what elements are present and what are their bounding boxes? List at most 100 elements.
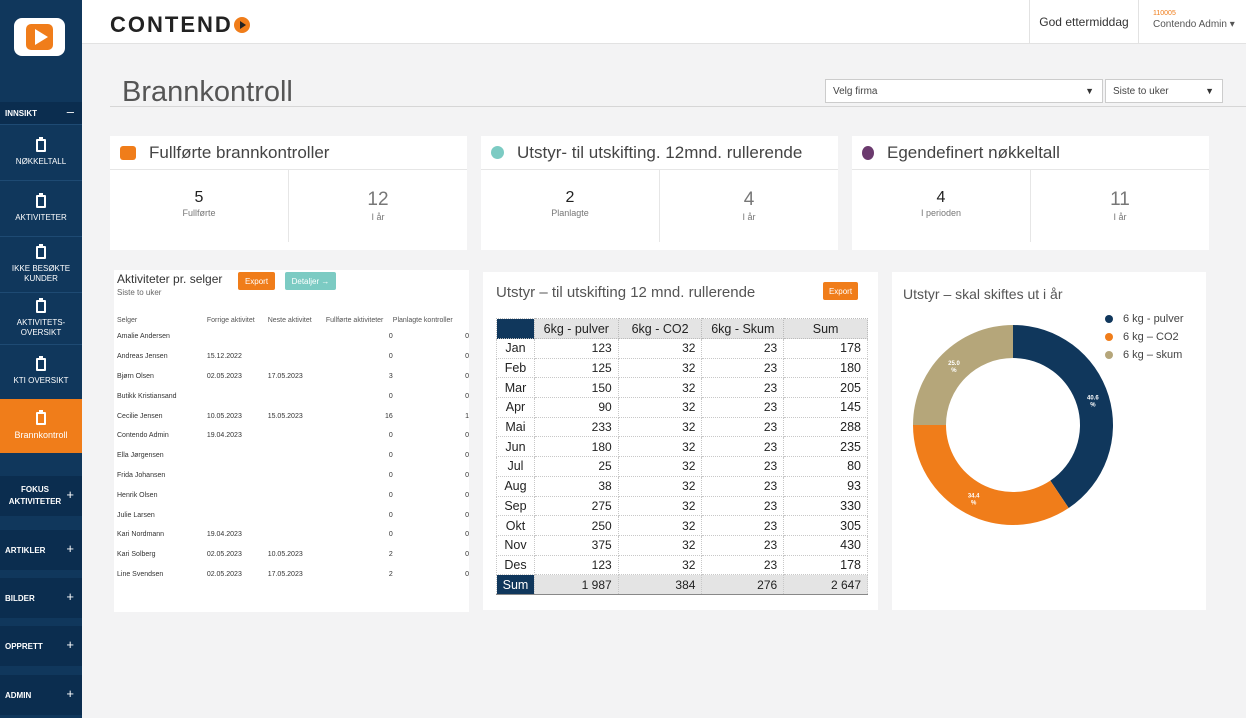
table-row[interactable]: Frida Johansen 0 0 bbox=[117, 466, 469, 486]
section-bilder[interactable]: BILDER + bbox=[0, 578, 82, 618]
table-row[interactable]: Line Svendsen 02.05.2023 17.05.2023 2 0 bbox=[117, 565, 469, 585]
table-cell: 23 bbox=[701, 377, 785, 399]
column-header[interactable]: Neste aktivitet bbox=[268, 313, 326, 327]
column-header[interactable]: Planlagte kontroller bbox=[393, 313, 469, 327]
donut-slice[interactable] bbox=[1013, 325, 1113, 509]
table-cell: 0 bbox=[465, 372, 469, 380]
table-cell: 23 bbox=[701, 534, 785, 556]
month-cell: Okt bbox=[496, 515, 535, 536]
column-header[interactable]: Fullførte aktiviteter bbox=[326, 313, 393, 327]
sum-row: Sum 1 987 384 276 2 647 bbox=[496, 574, 868, 595]
table-row: Nov 375 32 23 430 bbox=[496, 534, 868, 556]
details-button[interactable]: Detaljer → bbox=[285, 272, 336, 290]
section-insikt[interactable]: INNSIKT – bbox=[0, 102, 82, 124]
column-header: 6kg - Skum bbox=[701, 318, 785, 339]
table-row[interactable]: Kari Nordmann 19.04.2023 0 0 bbox=[117, 525, 469, 545]
sidebar-item-brannkontroll[interactable]: Brannkontroll bbox=[0, 399, 82, 453]
table-cell bbox=[268, 386, 326, 406]
donut-chart: 40.6 %34.4 %25.0% bbox=[913, 325, 1113, 525]
legend-item: 6 kg – skum bbox=[1105, 346, 1184, 364]
table-cell: 275 bbox=[533, 495, 619, 517]
sidebar-item-aktiviteter[interactable]: AKTIVITETER bbox=[0, 180, 82, 236]
sidebar-item-kti-oversikt[interactable]: KTI OVERSIKT bbox=[0, 344, 82, 398]
period-select[interactable]: Siste to uker ▼ bbox=[1105, 79, 1223, 103]
table-row[interactable]: Cecilie Jensen 10.05.2023 15.05.2023 16 1 bbox=[117, 406, 469, 426]
section-artikler[interactable]: ARTIKLER + bbox=[0, 530, 82, 570]
month-cell: Mar bbox=[496, 377, 535, 399]
kpi-value: 2 bbox=[565, 189, 575, 206]
table-cell: 123 bbox=[533, 554, 619, 576]
play-icon bbox=[35, 29, 48, 45]
table-row[interactable]: Contendo Admin 19.04.2023 0 0 bbox=[117, 426, 469, 446]
table-row[interactable]: Julie Larsen 0 0 bbox=[117, 505, 469, 525]
legend-label: 6 kg – skum bbox=[1123, 349, 1183, 361]
column-header[interactable]: Selger bbox=[117, 313, 207, 327]
table-cell: 23 bbox=[701, 397, 785, 418]
app-logo[interactable] bbox=[14, 18, 65, 56]
table-cell: 2 bbox=[388, 551, 393, 559]
table-cell: 0 bbox=[465, 491, 469, 499]
expand-icon[interactable]: + bbox=[66, 637, 74, 652]
user-menu[interactable]: 110005 Contendo Admin ▾ bbox=[1153, 10, 1235, 30]
export-button[interactable]: Export bbox=[823, 282, 858, 300]
sidebar-item-aktivitets-oversikt[interactable]: AKTIVITETS-OVERSIKT bbox=[0, 292, 82, 344]
handshake-icon bbox=[120, 145, 136, 160]
table-row: Apr 90 32 23 145 bbox=[496, 397, 868, 418]
table-row[interactable]: Bjørn Olsen 02.05.2023 17.05.2023 3 0 bbox=[117, 367, 469, 387]
expand-icon[interactable]: + bbox=[66, 686, 74, 701]
donut-slice[interactable] bbox=[913, 325, 1013, 425]
equipment-title: Utstyr – til utskifting 12 mnd. rulleren… bbox=[496, 284, 756, 301]
table-row[interactable]: Amalie Andersen 0 0 bbox=[117, 327, 469, 347]
table-row[interactable]: Henrik Olsen 0 0 bbox=[117, 485, 469, 505]
table-cell bbox=[207, 386, 268, 406]
table-row: Jun 180 32 23 235 bbox=[496, 436, 868, 458]
expand-icon[interactable]: + bbox=[66, 589, 74, 604]
equipment-table: 6kg - pulver 6kg - CO2 6kg - Skum Sum Jan 12… bbox=[496, 318, 868, 595]
table-cell: 17.05.2023 bbox=[267, 372, 303, 380]
kpi-card-utstyr: Utstyr- til utskifting. 12mnd. rullerend… bbox=[481, 136, 838, 250]
table-row[interactable]: Butikk Kristiansand 0 0 bbox=[117, 386, 469, 406]
column-header[interactable]: Forrige aktivitet bbox=[207, 313, 268, 327]
collapse-icon[interactable]: – bbox=[67, 104, 74, 119]
table-cell: 0 bbox=[465, 432, 469, 440]
table-row[interactable]: Kari Solberg 02.05.2023 10.05.2023 2 0 bbox=[117, 545, 469, 565]
expand-icon[interactable]: + bbox=[66, 541, 74, 556]
table-cell bbox=[207, 446, 268, 466]
expand-icon[interactable]: + bbox=[66, 487, 74, 502]
chevron-down-icon: ▼ bbox=[1205, 86, 1214, 96]
sellers-title: Aktiviteter pr. selger bbox=[117, 272, 223, 286]
legend-item: 6 kg – CO2 bbox=[1105, 328, 1184, 346]
brand-logo[interactable]: CONTEND bbox=[110, 12, 250, 38]
section-fokus-aktiviteter[interactable]: FOKUS AKTIVITETER + bbox=[0, 476, 82, 516]
user-id: 110005 bbox=[1153, 10, 1176, 17]
table-cell: 15.12.2022 bbox=[206, 353, 242, 361]
table-cell: 0 bbox=[388, 392, 393, 400]
sidebar-item-nokkeltall[interactable]: NØKKELTALL bbox=[0, 124, 82, 180]
kpi-card-brannkontroller: Fullførte brannkontroller 5 Fullførte 12 I… bbox=[110, 136, 467, 250]
table-cell: 235 bbox=[783, 436, 868, 458]
table-cell: 0 bbox=[465, 353, 469, 361]
table-row: Mai 233 32 23 288 bbox=[496, 416, 868, 438]
table-cell: 330 bbox=[783, 495, 868, 517]
table-cell: 0 bbox=[388, 531, 393, 539]
table-cell: 178 bbox=[783, 338, 868, 359]
table-cell: 2 bbox=[388, 570, 393, 578]
export-button[interactable]: Export bbox=[238, 272, 275, 290]
table-corner bbox=[496, 318, 535, 339]
section-opprett[interactable]: OPPRETT + bbox=[0, 626, 82, 666]
chart-legend: 6 kg - pulver 6 kg – CO2 6 kg – skum bbox=[1105, 310, 1184, 364]
sidebar-item-ikke-besokte-kunder[interactable]: IKKE BESØKTE KUNDER bbox=[0, 236, 82, 292]
month-cell: Feb bbox=[496, 357, 535, 379]
table-cell: Andreas Jensen bbox=[117, 353, 168, 361]
page-title: Brannkontroll bbox=[122, 76, 293, 108]
table-cell: 0 bbox=[388, 491, 393, 499]
building-icon bbox=[36, 243, 46, 259]
month-cell: Sep bbox=[496, 495, 535, 517]
table-row[interactable]: Andreas Jensen 15.12.2022 0 0 bbox=[117, 347, 469, 367]
section-admin[interactable]: ADMIN + bbox=[0, 675, 82, 715]
company-select[interactable]: Velg firma ▼ bbox=[825, 79, 1103, 103]
donut-slice[interactable] bbox=[913, 425, 1069, 525]
table-row[interactable]: Ella Jørgensen 0 0 bbox=[117, 446, 469, 466]
clock-icon bbox=[491, 146, 504, 159]
table-cell: 38 bbox=[533, 475, 619, 497]
